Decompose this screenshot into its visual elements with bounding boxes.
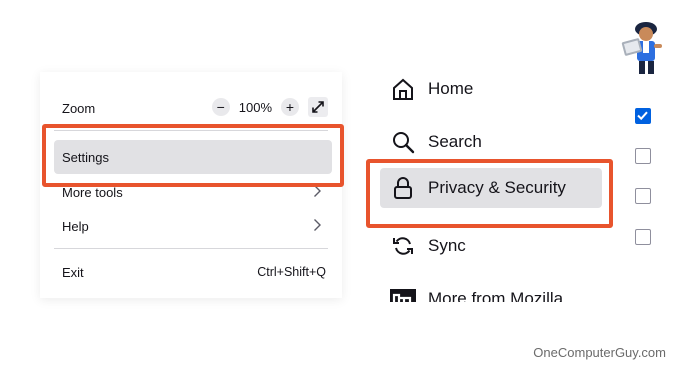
watermark: OneComputerGuy.com (533, 345, 666, 360)
checkbox[interactable] (635, 188, 651, 204)
sync-icon (390, 233, 416, 259)
onecomputerguy-mascot-logo (621, 22, 662, 74)
sidebar-item-more-from-mozilla[interactable]: More from Mozilla (380, 283, 602, 302)
sidebar-item-sync[interactable]: Sync (380, 226, 602, 266)
zoom-row: Zoom − 100% + (54, 92, 332, 124)
checkbox[interactable] (635, 148, 651, 164)
mozilla-icon (390, 287, 416, 302)
home-icon (390, 76, 416, 102)
keyboard-shortcut: Ctrl+Shift+Q (257, 265, 326, 279)
sidebar-item-label: Sync (428, 236, 466, 255)
fullscreen-icon (312, 101, 324, 113)
zoom-in-button[interactable]: + (281, 98, 299, 116)
menu-item-label: Help (62, 218, 89, 234)
sidebar-item-home[interactable]: Home (380, 70, 602, 108)
sidebar-item-search[interactable]: Search (380, 122, 602, 162)
checkbox-checked[interactable] (635, 108, 651, 124)
sidebar-item-label: More from Mozilla (428, 289, 564, 302)
checkbox[interactable] (635, 229, 651, 245)
zoom-value: 100% (238, 99, 272, 115)
checkmark-icon (637, 111, 648, 121)
zoom-out-button[interactable]: − (211, 98, 230, 116)
zoom-label: Zoom (62, 100, 96, 116)
sidebar-item-label: Search (428, 132, 482, 151)
sidebar-item-label: Home (428, 79, 474, 98)
menu-divider (54, 248, 328, 249)
highlight-box-privacy-security (366, 159, 613, 228)
chevron-right-icon (314, 219, 321, 231)
menu-item-label: Exit (62, 264, 84, 280)
search-icon (390, 129, 416, 155)
fullscreen-button[interactable] (308, 97, 328, 117)
menu-item-exit[interactable]: Exit Ctrl+Shift+Q (54, 256, 332, 288)
menu-item-help[interactable]: Help (54, 210, 332, 242)
zoom-controls: − 100% + (211, 97, 328, 117)
highlight-box-settings (42, 124, 344, 187)
